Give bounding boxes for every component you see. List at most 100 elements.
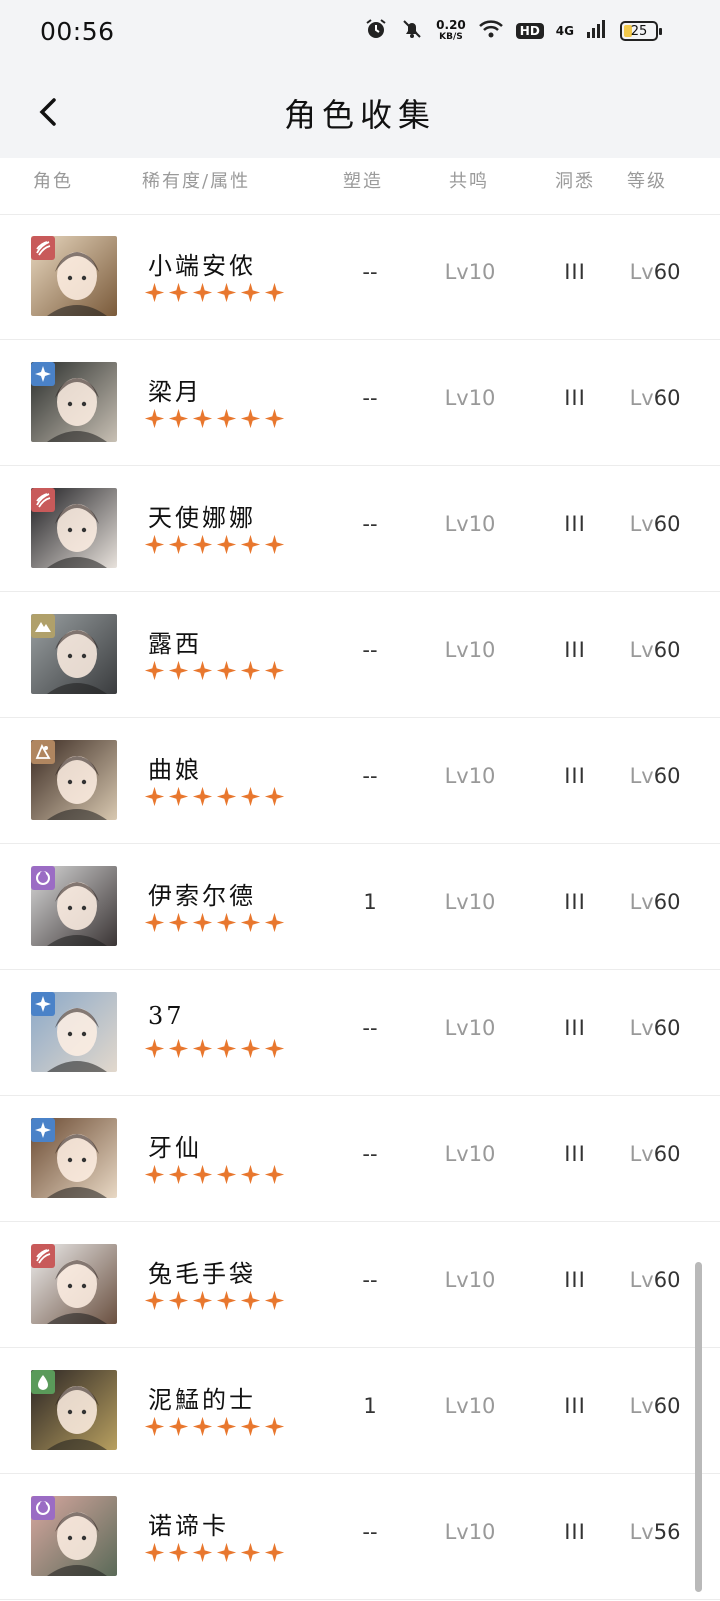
forge-value: 1 (363, 890, 377, 914)
claw-icon (31, 1244, 55, 1268)
scrollbar[interactable] (695, 1262, 702, 1592)
level-value: Lv60 (620, 638, 690, 662)
column-resonance[interactable]: 共鸣 (449, 167, 489, 193)
insight-value: III (564, 638, 586, 662)
character-avatar[interactable] (31, 236, 117, 316)
rarity-star-icon (240, 1164, 261, 1189)
rarity-stars (144, 1164, 285, 1189)
rarity-star-icon (144, 660, 165, 685)
character-name: 小端安侬 (148, 252, 256, 280)
rarity-star-icon (144, 1038, 165, 1063)
level-number: 60 (653, 1268, 681, 1292)
level-prefix: Lv (629, 1142, 654, 1166)
level-value: Lv60 (620, 890, 690, 914)
rarity-star-icon (264, 408, 285, 433)
mountain-icon (31, 614, 55, 638)
character-avatar[interactable] (31, 488, 117, 568)
forge-value: -- (362, 512, 378, 536)
character-avatar[interactable] (31, 1118, 117, 1198)
character-row[interactable]: 小端安侬 -- Lv10 III Lv60 (0, 214, 720, 340)
level-value: Lv60 (620, 764, 690, 788)
character-row[interactable]: 露西 -- Lv10 III Lv60 (0, 592, 720, 718)
column-forge[interactable]: 塑造 (343, 167, 383, 193)
level-number: 60 (653, 386, 681, 410)
rarity-star-icon (192, 1164, 213, 1189)
level-number: 60 (653, 1016, 681, 1040)
resonance-value: Lv10 (444, 386, 496, 410)
signal-icon (586, 19, 608, 43)
character-avatar[interactable] (31, 1496, 117, 1576)
speed-value: 0.20 (436, 18, 466, 32)
page-title: 角色收集 (283, 96, 436, 134)
character-avatar[interactable] (31, 866, 117, 946)
level-number: 60 (653, 638, 681, 662)
rarity-star-icon (240, 408, 261, 433)
battery-level: 25 (630, 23, 648, 39)
column-character[interactable]: 角色 (33, 167, 73, 193)
rarity-star-icon (264, 282, 285, 307)
level-prefix: Lv (629, 386, 654, 410)
forge-value: -- (362, 386, 378, 410)
rarity-star-icon (264, 1416, 285, 1441)
column-insight[interactable]: 洞悉 (555, 167, 595, 193)
level-prefix: Lv (629, 1520, 654, 1544)
level-prefix: Lv (629, 638, 654, 662)
resonance-value: Lv10 (444, 1016, 496, 1040)
column-level[interactable]: 等级 (627, 167, 667, 193)
character-avatar[interactable] (31, 1244, 117, 1324)
table-header: 角色 稀有度/属性 塑造 共鸣 洞悉 等级 (0, 158, 720, 215)
character-avatar[interactable] (31, 614, 117, 694)
rarity-star-icon (216, 1038, 237, 1063)
rarity-star-icon (168, 1038, 189, 1063)
rarity-star-icon (192, 282, 213, 307)
bell-muted-icon (400, 17, 424, 45)
forge-value: 1 (363, 1394, 377, 1418)
rarity-star-icon (240, 912, 261, 937)
rarity-star-icon (144, 786, 165, 811)
rarity-star-icon (192, 534, 213, 559)
character-row[interactable]: 诺谛卡 -- Lv10 III Lv56 (0, 1474, 720, 1600)
character-row[interactable]: 泥鯭的士 1 Lv10 III Lv60 (0, 1348, 720, 1474)
resonance-value: Lv10 (444, 638, 496, 662)
hd-badge: HD (515, 23, 544, 39)
rarity-star-icon (216, 282, 237, 307)
resonance-value: Lv10 (444, 890, 496, 914)
character-avatar[interactable] (31, 992, 117, 1072)
forge-value: -- (362, 1016, 378, 1040)
rarity-stars (144, 1542, 285, 1567)
character-name: 曲娘 (148, 756, 202, 784)
level-prefix: Lv (629, 1394, 654, 1418)
character-row[interactable]: 梁月 -- Lv10 III Lv60 (0, 340, 720, 466)
rarity-star-icon (240, 786, 261, 811)
character-row[interactable]: 兔毛手袋 -- Lv10 III Lv60 (0, 1222, 720, 1348)
forge-value: -- (362, 1268, 378, 1292)
rarity-star-icon (168, 282, 189, 307)
character-row[interactable]: 曲娘 -- Lv10 III Lv60 (0, 718, 720, 844)
character-row[interactable]: 牙仙 -- Lv10 III Lv60 (0, 1096, 720, 1222)
character-row[interactable]: 37 -- Lv10 III Lv60 (0, 970, 720, 1096)
character-avatar[interactable] (31, 1370, 117, 1450)
column-rarity[interactable]: 稀有度/属性 (142, 167, 250, 193)
character-row[interactable]: 伊索尔德 1 Lv10 III Lv60 (0, 844, 720, 970)
battery-indicator: 25 (620, 21, 662, 41)
level-value: Lv60 (620, 386, 690, 410)
character-avatar[interactable] (31, 740, 117, 820)
rarity-star-icon (264, 1542, 285, 1567)
rarity-star-icon (216, 1164, 237, 1189)
level-value: Lv60 (620, 1142, 690, 1166)
rarity-star-icon (192, 408, 213, 433)
level-number: 60 (653, 764, 681, 788)
rarity-star-icon (192, 786, 213, 811)
level-prefix: Lv (629, 890, 654, 914)
character-avatar[interactable] (31, 362, 117, 442)
character-name: 兔毛手袋 (148, 1260, 256, 1288)
level-value: Lv60 (620, 1016, 690, 1040)
rarity-star-icon (240, 1290, 261, 1315)
character-row[interactable]: 天使娜娜 -- Lv10 III Lv60 (0, 466, 720, 592)
level-number: 60 (653, 1394, 681, 1418)
moon-icon (31, 866, 55, 890)
level-value: Lv60 (620, 260, 690, 284)
rarity-star-icon (216, 1416, 237, 1441)
rarity-star-icon (264, 1164, 285, 1189)
rarity-star-icon (192, 1416, 213, 1441)
